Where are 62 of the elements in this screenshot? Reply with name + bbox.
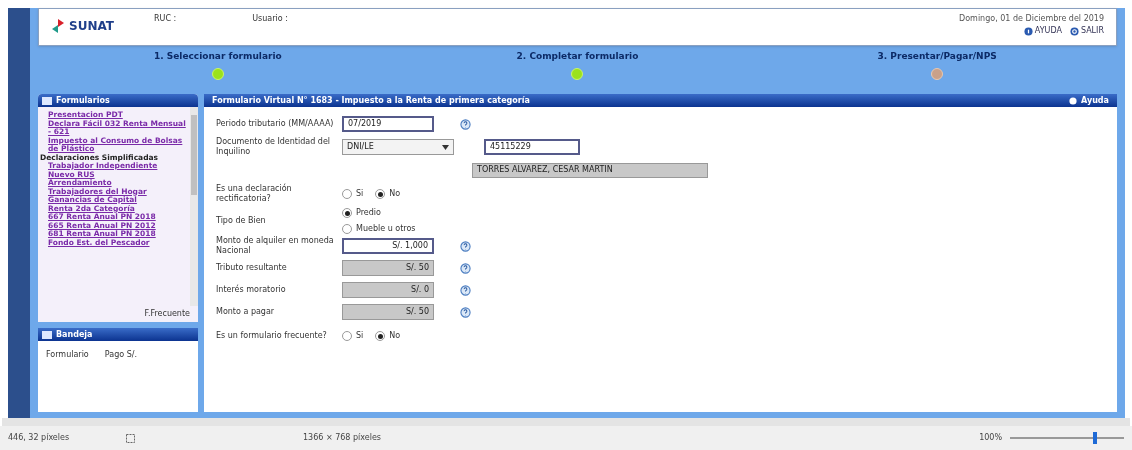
zoom-level: 100% <box>979 432 1002 444</box>
input-field[interactable]: S/. 1,000 <box>342 238 434 254</box>
panel-title: Bandeja <box>56 328 93 341</box>
folder-icon <box>42 96 52 105</box>
help-icon[interactable] <box>460 240 471 252</box>
caret-icon <box>442 144 449 150</box>
dropdown[interactable]: DNI/LE <box>342 139 454 155</box>
step-label: 3. Presentar/Pagar/NPS <box>877 50 997 63</box>
field-label: Documento de Identidad del Inquilino <box>216 137 332 157</box>
column-header: Formulario <box>46 349 89 361</box>
field-label: Monto de alquiler en moneda Nacional <box>216 236 335 256</box>
field-label: Monto a pagar <box>216 307 276 317</box>
field-label: Interés moratorio <box>216 285 287 295</box>
readonly-field[interactable]: S/. 50 <box>342 304 434 320</box>
field-label: Tributo resultante <box>216 263 288 273</box>
scrollbar[interactable] <box>190 107 198 306</box>
exit-link[interactable]: SALIR <box>1069 25 1104 37</box>
input-field[interactable]: 07/2019 <box>342 116 434 132</box>
logo-text: SUNAT <box>69 18 114 35</box>
radio-button[interactable] <box>342 208 352 218</box>
user-label: Usuario : <box>252 13 288 25</box>
field-label: Es una declaración rectificatoria? <box>216 184 293 204</box>
date-text: Domingo, 01 de Diciembre del 2019 <box>959 13 1104 25</box>
readonly-field[interactable]: S/. 50 <box>342 260 434 276</box>
help-icon[interactable] <box>460 306 471 318</box>
image-size: 1366 × 768 píxeles <box>303 432 381 444</box>
zoom-slider[interactable] <box>1010 432 1124 444</box>
help-link[interactable]: Ayuda <box>1069 94 1109 107</box>
help-icon[interactable] <box>460 262 471 274</box>
radio-label: Mueble u otros <box>356 223 416 235</box>
help-icon[interactable] <box>460 284 471 296</box>
tray-icon <box>42 330 52 339</box>
readonly-field[interactable]: S/. 0 <box>342 282 434 298</box>
radio-label: Predio <box>356 207 381 219</box>
panel-title: Formularios <box>56 94 110 107</box>
radio-label: Si <box>356 330 364 342</box>
step-label: 1. Seleccionar formulario <box>153 50 282 63</box>
radio-label: No <box>389 330 401 342</box>
exit-icon <box>1069 26 1079 36</box>
radio-button[interactable] <box>375 331 386 341</box>
field-label: Periodo tributario (MM/AAAA) <box>216 119 335 129</box>
step-label: 2. Completar formulario <box>516 50 639 63</box>
radio-label: No <box>389 188 401 200</box>
column-header: Pago S/. <box>104 349 137 361</box>
logo-icon <box>51 18 65 34</box>
radio-button[interactable] <box>342 331 352 341</box>
radio-button[interactable] <box>342 224 352 234</box>
input-field[interactable]: 45115229 <box>484 139 580 155</box>
name-field: TORRES ALVAREZ, CESAR MARTIN <box>472 162 708 178</box>
panel-title: Formulario Virtual N° 1683 - Impuesto a la Renta de primera categoría <box>212 94 530 107</box>
radio-button[interactable] <box>342 189 352 199</box>
field-label: Tipo de Bien <box>216 216 267 226</box>
help-icon[interactable] <box>460 118 471 130</box>
ruc-label: RUC : <box>154 13 177 25</box>
selection-icon <box>126 433 135 443</box>
cursor-position: 446, 32 píxeles <box>8 432 71 444</box>
radio-label: Si <box>356 188 364 200</box>
frequent-link[interactable]: F.Frecuente <box>38 306 198 322</box>
radio-button[interactable] <box>375 189 386 199</box>
help-link[interactable]: AYUDA <box>1023 25 1062 37</box>
horizontal-scrollbar[interactable] <box>2 418 1130 426</box>
field-label: Es un formulario frecuente? <box>216 331 328 341</box>
